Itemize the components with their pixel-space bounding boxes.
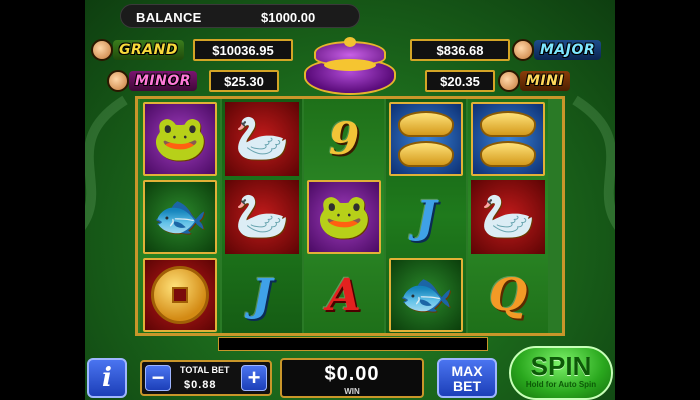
crane-icon: 🦢 <box>480 192 536 241</box>
increase-bet-button[interactable]: + <box>241 365 267 391</box>
reel-1-symbol-3 <box>143 258 217 332</box>
max-bet-button[interactable]: MAX BET <box>437 358 497 398</box>
minor-jackpot-label: MINOR <box>129 71 198 91</box>
win-message-strip <box>218 337 488 351</box>
character-face-icon <box>512 39 534 61</box>
reel-4-symbol-2: J <box>389 180 463 254</box>
reel-1-symbol-2: 🐟 <box>143 180 217 254</box>
reel-2-symbol-2: 🦢 <box>225 180 299 254</box>
win-label: WIN <box>344 387 360 396</box>
slot-game-screen: BALANCE $1000.00 GRAND $10036.95 MINOR $… <box>0 0 700 400</box>
gold-coin-icon <box>151 266 209 324</box>
reel-4: J 🐟 <box>386 99 466 333</box>
grand-jackpot-value: $10036.95 <box>193 39 293 61</box>
minor-jackpot-badge: MINOR <box>107 70 198 92</box>
mini-jackpot-label: MINI <box>520 71 571 91</box>
balance-display: BALANCE $1000.00 <box>120 4 360 28</box>
gold-ingot-icon <box>480 111 536 167</box>
reel-2: 🦢 🦢 J <box>222 99 302 333</box>
major-jackpot-value: $836.68 <box>410 39 510 61</box>
reel-4-symbol-1 <box>389 102 463 176</box>
reel-5-symbol-3: Q <box>471 258 545 332</box>
total-bet-label: TOTAL BET <box>180 365 230 375</box>
koi-fish-icon: 🐟 <box>152 192 208 241</box>
total-bet-box: − TOTAL BET $0.88 + <box>140 360 272 396</box>
number-9-symbol: 9 <box>328 113 360 165</box>
control-panel: i − TOTAL BET $0.88 + $0.00 WIN MAX BET … <box>85 346 615 400</box>
reel-5-symbol-2: 🦢 <box>471 180 545 254</box>
spin-button[interactable]: SPIN Hold for Auto Spin <box>509 346 613 400</box>
letter-a-symbol: A <box>326 269 362 321</box>
decrease-bet-button[interactable]: − <box>145 365 171 391</box>
win-display: $0.00 WIN <box>280 358 424 398</box>
total-bet-value: $0.88 <box>184 379 217 391</box>
reel-1: 🐸 🐟 <box>140 99 220 333</box>
reel-2-symbol-1: 🦢 <box>225 102 299 176</box>
reel-3-symbol-3: A <box>307 258 381 332</box>
right-letterbox <box>615 0 700 400</box>
reel-4-symbol-3: 🐟 <box>389 258 463 332</box>
minor-jackpot-value: $25.30 <box>209 70 279 92</box>
reel-2-symbol-3: J <box>225 258 299 332</box>
mini-jackpot-value: $20.35 <box>425 70 495 92</box>
letter-j-symbol: J <box>415 191 437 243</box>
auto-spin-hint: Hold for Auto Spin <box>525 380 597 389</box>
left-letterbox <box>0 0 85 400</box>
major-jackpot-label: MAJOR <box>534 40 602 60</box>
max-bet-line2: BET <box>453 378 481 394</box>
game-area: BALANCE $1000.00 GRAND $10036.95 MINOR $… <box>85 0 615 400</box>
spin-label: SPIN <box>530 351 592 381</box>
reel-5: 🦢 Q <box>468 99 548 333</box>
letter-j-symbol: J <box>251 269 273 321</box>
treasure-pot-icon <box>298 37 402 97</box>
balance-label: BALANCE <box>136 10 202 25</box>
info-button[interactable]: i <box>87 358 127 398</box>
max-bet-line1: MAX <box>451 363 483 379</box>
crane-icon: 🦢 <box>234 114 290 163</box>
letter-q-symbol: Q <box>488 269 528 321</box>
crane-icon: 🦢 <box>234 192 290 241</box>
balance-value: $1000.00 <box>261 10 316 25</box>
character-face-icon <box>91 39 113 61</box>
reel-3: 9 🐸 A <box>304 99 384 333</box>
reel-5-symbol-1 <box>471 102 545 176</box>
toad-icon: 🐸 <box>316 192 372 241</box>
toad-icon: 🐸 <box>152 114 208 163</box>
mini-jackpot-badge: MINI <box>498 70 571 92</box>
character-face-icon <box>107 70 129 92</box>
character-face-icon <box>498 70 520 92</box>
gold-ingot-icon <box>398 111 454 167</box>
reel-3-symbol-1: 9 <box>307 102 381 176</box>
grand-jackpot-badge: GRAND <box>91 39 184 61</box>
win-value: $0.00 <box>324 363 380 385</box>
reel-1-symbol-1: 🐸 <box>143 102 217 176</box>
grand-jackpot-label: GRAND <box>113 40 184 60</box>
reel-grid: 🐸 🐟 🦢 🦢 J 9 🐸 A J 🐟 🦢 Q <box>135 96 565 336</box>
major-jackpot-badge: MAJOR <box>512 39 602 61</box>
koi-fish-icon: 🐟 <box>398 270 454 319</box>
reel-3-symbol-2: 🐸 <box>307 180 381 254</box>
